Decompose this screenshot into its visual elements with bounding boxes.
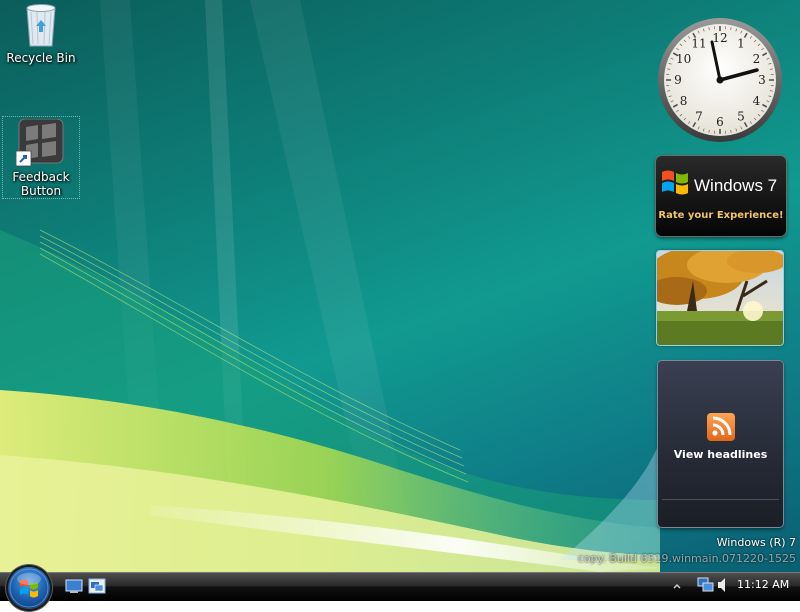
network-icon[interactable] — [698, 578, 713, 591]
slideshow-gadget[interactable] — [657, 251, 783, 345]
desktop[interactable]: Recycle Bin Feedback Button — [0, 0, 800, 572]
feed-headlines-gadget[interactable]: View headlines — [658, 361, 783, 527]
feedback-button-icon — [16, 119, 66, 167]
clock-gadget[interactable]: 12 12 3 45678 9 1011 — [656, 16, 784, 144]
clock-numeral: 1 — [737, 37, 745, 51]
recycle-bin-shortcut[interactable]: Recycle Bin — [2, 2, 80, 65]
build-watermark-version: copy. Build 6519.winmain.071220-1525 — [578, 552, 796, 565]
recycle-bin-icon — [21, 2, 61, 48]
windows-flag-icon — [658, 166, 692, 196]
clock-numeral: 6 — [716, 115, 724, 129]
clock-numeral: 4 — [753, 94, 761, 108]
clock-numeral: 2 — [753, 52, 761, 66]
clock-numeral: 5 — [737, 109, 745, 123]
view-headlines-link[interactable]: View headlines — [658, 448, 783, 461]
feed-separator — [662, 499, 779, 500]
start-button[interactable] — [8, 567, 50, 609]
windows7-rating-gadget[interactable]: Windows 7 Rate your Experience! — [656, 156, 786, 236]
clock-face: 12 12 3 45678 9 1011 — [656, 16, 784, 144]
clock-numeral: 12 — [712, 31, 727, 45]
clock-numeral: 8 — [680, 94, 688, 108]
autumn-tree-photo — [657, 251, 783, 345]
clock-numeral: 7 — [695, 109, 703, 123]
show-desktop-icon[interactable] — [65, 578, 83, 594]
feedback-button-shortcut[interactable]: Feedback Button — [2, 116, 80, 199]
clock-numeral: 3 — [758, 73, 766, 87]
build-watermark-title: Windows (R) 7 — [717, 536, 796, 549]
switch-windows-icon[interactable] — [88, 578, 106, 594]
taskbar-clock[interactable]: 11:12 AM — [737, 578, 789, 591]
show-hidden-icons-chevron[interactable] — [674, 585, 680, 588]
volume-icon[interactable] — [718, 578, 725, 592]
feedback-button-label: Feedback Button — [3, 170, 79, 198]
rss-icon — [707, 413, 735, 441]
clock-numeral: 11 — [691, 37, 706, 51]
recycle-bin-label: Recycle Bin — [2, 51, 80, 65]
windows-start-orb — [8, 567, 50, 609]
rate-experience-link[interactable]: Rate your Experience! — [656, 210, 786, 221]
clock-numeral: 10 — [676, 52, 691, 66]
clock-numeral: 9 — [674, 73, 682, 87]
windows7-title: Windows 7 — [694, 176, 777, 196]
